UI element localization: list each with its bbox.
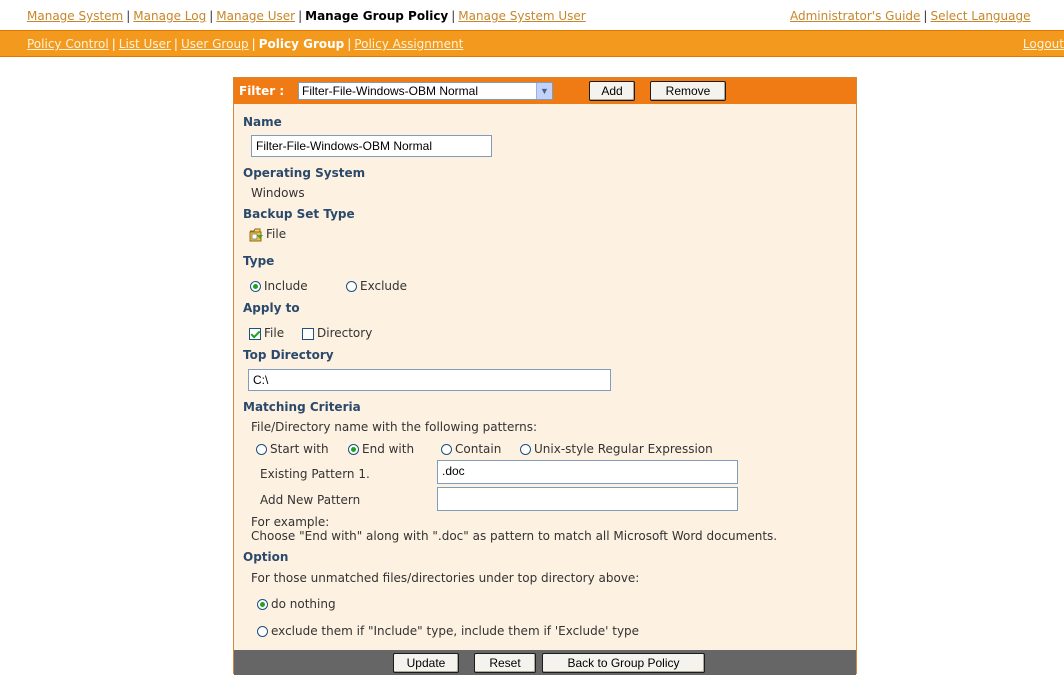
chevron-down-icon[interactable]: ▼: [536, 83, 552, 99]
match-end-with-label: End with: [362, 442, 415, 456]
sub-nav: Policy Control | List User | User Group | Poli…: [0, 30, 1064, 57]
file-backup-icon: [249, 228, 264, 242]
add-pattern-label: Add New Pattern: [260, 493, 361, 507]
top-directory-label: Top Directory: [243, 348, 334, 362]
match-start-with-radio[interactable]: [256, 444, 267, 455]
match-contain-label: Contain: [455, 442, 502, 456]
type-label: Type: [243, 254, 275, 268]
option-do-nothing[interactable]: do nothing: [257, 597, 336, 611]
filter-select[interactable]: Filter-File-Windows-OBM Normal ▼: [298, 82, 553, 100]
backup-set-type-value: File: [249, 227, 286, 242]
name-label: Name: [243, 115, 282, 129]
policy-panel: Filter : Filter-File-Windows-OBM Normal …: [233, 77, 857, 675]
nav-administrators-guide[interactable]: Administrator's Guide: [790, 9, 920, 23]
match-contain-option[interactable]: Contain: [441, 442, 501, 456]
name-field[interactable]: Filter-File-Windows-OBM Normal: [251, 135, 492, 157]
nav-manage-system[interactable]: Manage System: [27, 9, 123, 23]
subnav-policy-control[interactable]: Policy Control: [27, 37, 109, 51]
update-button[interactable]: Update: [393, 653, 459, 673]
top-nav-left: Manage System | Manage Log | Manage User | Man…: [27, 9, 586, 23]
match-end-with-option[interactable]: End with: [348, 442, 414, 456]
apply-file-label: File: [264, 326, 285, 340]
option-do-nothing-label: do nothing: [271, 597, 336, 611]
subnav-policy-group[interactable]: Policy Group: [259, 37, 345, 51]
nav-manage-group-policy[interactable]: Manage Group Policy: [305, 9, 448, 23]
match-start-with-label: Start with: [270, 442, 329, 456]
matching-description: File/Directory name with the following p…: [251, 420, 538, 434]
apply-file-checkbox[interactable]: [249, 327, 261, 340]
backup-set-type-text: File: [266, 227, 287, 241]
example-title: For example:: [251, 515, 330, 529]
apply-directory-label: Directory: [317, 326, 373, 340]
nav-select-language[interactable]: Select Language: [930, 9, 1030, 23]
type-exclude-radio[interactable]: [346, 281, 357, 292]
apply-to-label: Apply to: [243, 301, 300, 315]
option-exclude-label: exclude them if "Include" type, include …: [271, 624, 640, 638]
match-regex-radio[interactable]: [520, 444, 531, 455]
match-regex-option[interactable]: Unix-style Regular Expression: [520, 442, 713, 456]
subnav-user-group[interactable]: User Group: [181, 37, 249, 51]
option-description: For those unmatched files/directories un…: [251, 571, 640, 585]
top-nav: Manage System | Manage Log | Manage User | Man…: [0, 0, 1064, 28]
subnav-list-user[interactable]: List User: [119, 37, 171, 51]
match-end-with-radio[interactable]: [348, 444, 359, 455]
add-button[interactable]: Add: [589, 81, 635, 101]
remove-button[interactable]: Remove: [650, 81, 726, 101]
top-directory-field[interactable]: C:\: [248, 369, 611, 391]
option-do-nothing-radio[interactable]: [257, 599, 268, 610]
type-exclude-label: Exclude: [360, 279, 408, 293]
match-start-with-option[interactable]: Start with: [256, 442, 329, 456]
example-text: Choose "End with" along with ".doc" as p…: [251, 529, 778, 543]
operating-system-value: Windows: [251, 186, 305, 200]
apply-file-option[interactable]: File: [249, 326, 284, 340]
filter-label: Filter :: [239, 84, 285, 98]
existing-pattern-label: Existing Pattern 1.: [260, 467, 370, 481]
match-contain-radio[interactable]: [441, 444, 452, 455]
type-include-radio[interactable]: [250, 281, 261, 292]
option-exclude[interactable]: exclude them if "Include" type, include …: [257, 624, 639, 638]
reset-button[interactable]: Reset: [474, 653, 536, 673]
add-pattern-field[interactable]: [437, 487, 738, 511]
top-nav-right: Administrator's Guide | Select Language: [790, 9, 1031, 23]
existing-pattern-field[interactable]: .doc: [437, 460, 738, 484]
matching-criteria-label: Matching Criteria: [243, 400, 361, 414]
back-to-group-policy-button[interactable]: Back to Group Policy: [542, 653, 705, 673]
type-exclude-option[interactable]: Exclude: [346, 279, 407, 293]
backup-set-type-label: Backup Set Type: [243, 207, 355, 221]
logout-link[interactable]: Logout: [1023, 37, 1064, 51]
match-regex-label: Unix-style Regular Expression: [534, 442, 713, 456]
nav-manage-user[interactable]: Manage User: [216, 9, 295, 23]
sub-nav-right: Logout: [1023, 37, 1064, 51]
type-include-label: Include: [264, 279, 308, 293]
operating-system-label: Operating System: [243, 166, 366, 180]
subnav-policy-assignment[interactable]: Policy Assignment: [354, 37, 463, 51]
nav-manage-log[interactable]: Manage Log: [133, 9, 206, 23]
nav-manage-system-user[interactable]: Manage System User: [458, 9, 585, 23]
option-exclude-radio[interactable]: [257, 626, 268, 637]
filter-bar: Filter : Filter-File-Windows-OBM Normal …: [234, 78, 856, 104]
sub-nav-left: Policy Control | List User | User Group | Poli…: [27, 37, 464, 51]
footer-bar: Update Reset Back to Group Policy: [234, 650, 856, 675]
option-label: Option: [243, 550, 289, 564]
apply-directory-checkbox[interactable]: [302, 327, 314, 340]
filter-select-value: Filter-File-Windows-OBM Normal: [302, 84, 479, 98]
apply-directory-option[interactable]: Directory: [302, 326, 372, 340]
type-include-option[interactable]: Include: [250, 279, 308, 293]
